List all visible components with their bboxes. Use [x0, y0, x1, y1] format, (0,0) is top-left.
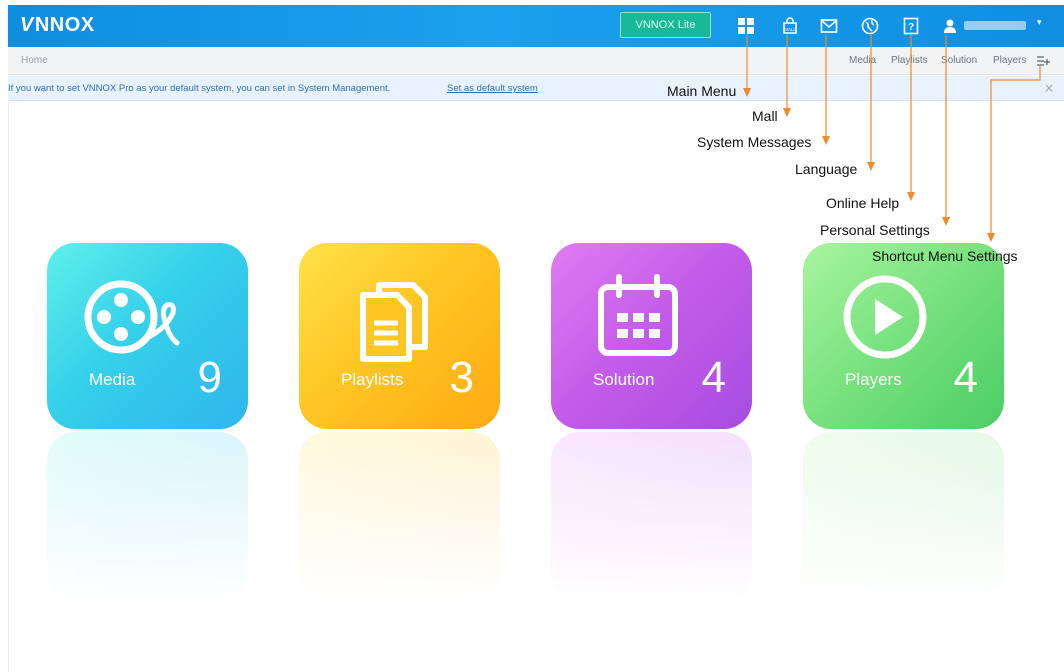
- solution-tile-reflection: [551, 432, 752, 602]
- top-bar: VNNOX VNNOX Lite MALL ? ▾: [8, 5, 1064, 47]
- vnnox-logo[interactable]: VNNOX: [20, 14, 95, 37]
- svg-text:?: ?: [908, 22, 914, 33]
- callout-shortcut-menu-settings: Shortcut Menu Settings: [872, 248, 1018, 264]
- tile-count: 9: [197, 353, 222, 402]
- mail-icon[interactable]: [819, 16, 839, 36]
- callout-main-menu: Main Menu: [667, 83, 737, 99]
- tile-count: 4: [953, 353, 978, 402]
- nav-bar: Home Media Playlists Solution Players: [8, 47, 1064, 75]
- logo-text: NNOX: [34, 14, 95, 36]
- vnnox-lite-button[interactable]: VNNOX Lite: [620, 12, 711, 38]
- grid-icon[interactable]: [736, 16, 756, 36]
- playlists-tile[interactable]: Playlists 3: [299, 243, 500, 429]
- film-reel-icon: [84, 280, 180, 354]
- shortcut-players[interactable]: Players: [993, 55, 1026, 66]
- players-tile[interactable]: Players 4: [803, 243, 1004, 429]
- media-tile-reflection: [47, 432, 248, 602]
- mall-icon[interactable]: MALL: [780, 16, 800, 36]
- callout-system-messages: System Messages: [697, 134, 812, 150]
- notice-text: If you want to set VNNOX Pro as your def…: [8, 83, 391, 94]
- callout-online-help: Online Help: [826, 195, 900, 211]
- close-icon[interactable]: ×: [1044, 81, 1054, 95]
- tile-label: Solution: [593, 370, 655, 389]
- vnnox-home-page: VNNOX VNNOX Lite MALL ? ▾ Home Media Pla…: [0, 0, 1064, 672]
- user-icon[interactable]: [940, 16, 960, 36]
- solution-tile[interactable]: Solution 4: [551, 243, 752, 429]
- tile-label: Playlists: [341, 370, 404, 389]
- shortcut-playlists[interactable]: Playlists: [891, 55, 928, 66]
- shortcut-media[interactable]: Media: [849, 55, 876, 66]
- playlists-tile-reflection: [299, 432, 500, 602]
- globe-icon[interactable]: [860, 16, 880, 36]
- documents-icon: [360, 282, 428, 362]
- tile-count: 4: [701, 353, 726, 402]
- set-default-system-link[interactable]: Set as default system: [447, 83, 538, 94]
- breadcrumb-home[interactable]: Home: [21, 55, 48, 66]
- default-system-notice: If you want to set VNNOX Pro as your def…: [8, 76, 1064, 101]
- user-name-redacted[interactable]: [964, 21, 1026, 30]
- media-tile[interactable]: Media 9: [47, 243, 248, 429]
- svg-text:MALL: MALL: [784, 27, 796, 32]
- help-icon[interactable]: ?: [901, 16, 921, 36]
- user-dropdown-caret-icon[interactable]: ▾: [1037, 18, 1042, 28]
- callout-language: Language: [795, 161, 858, 177]
- shortcut-solution[interactable]: Solution: [941, 55, 977, 66]
- callout-personal-settings: Personal Settings: [820, 222, 930, 238]
- logo-mark: V: [20, 14, 34, 36]
- calendar-icon: [598, 274, 678, 356]
- callout-mall: Mall: [752, 108, 778, 124]
- tile-count: 3: [449, 353, 474, 402]
- players-tile-reflection: [803, 432, 1004, 602]
- shortcut-settings-icon[interactable]: [1036, 53, 1050, 67]
- tile-label: Media: [89, 370, 136, 389]
- tile-label: Players: [845, 370, 902, 389]
- play-icon: [843, 275, 927, 359]
